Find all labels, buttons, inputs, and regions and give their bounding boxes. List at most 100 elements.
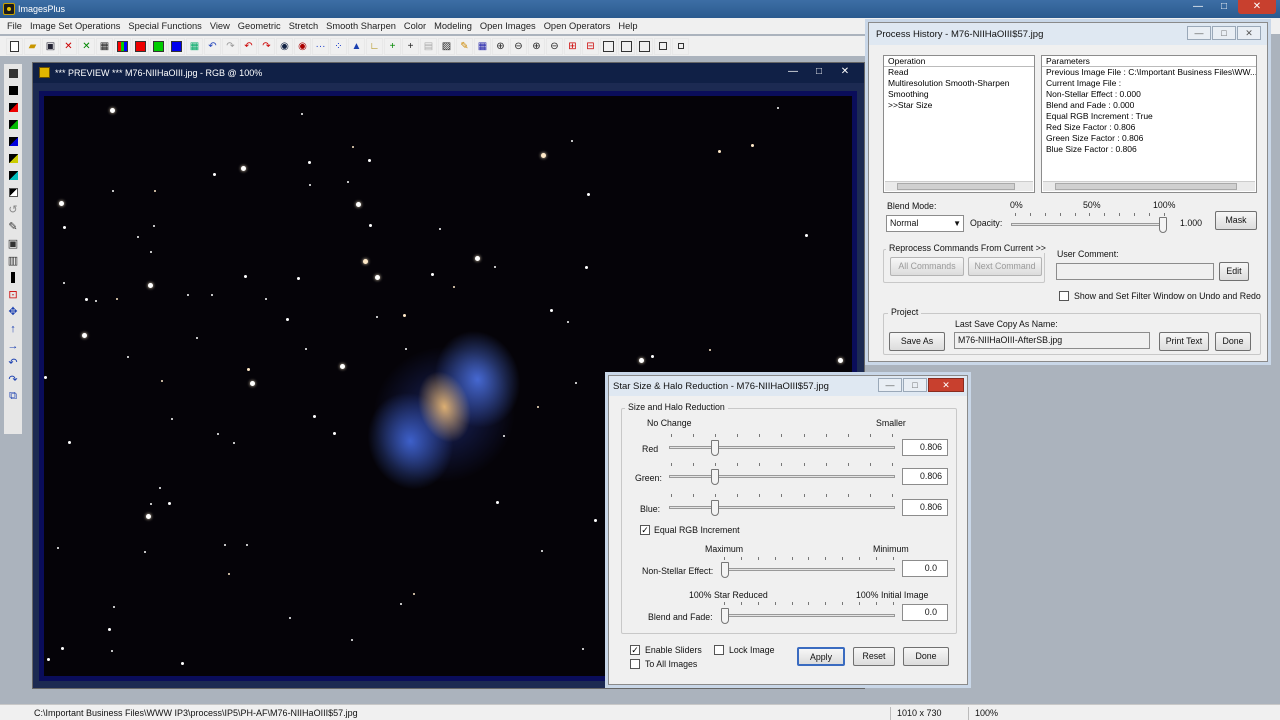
enable-sliders-checkbox[interactable]: ✓: [630, 645, 640, 655]
red-value-field[interactable]: 0.806: [902, 439, 948, 456]
parameters-hscrollbar[interactable]: [1043, 181, 1255, 191]
blue-channel-icon[interactable]: [168, 37, 185, 55]
operation-item[interactable]: >>Star Size: [884, 100, 1034, 111]
opacity-slider[interactable]: [1011, 223, 1167, 226]
menu-help[interactable]: Help: [614, 21, 641, 31]
menu-modeling[interactable]: Modeling: [430, 21, 476, 31]
menu-geometric[interactable]: Geometric: [234, 21, 285, 31]
preview-maximize-button[interactable]: □: [808, 65, 830, 79]
copy-icon[interactable]: ▦: [96, 37, 113, 55]
menu-stretch[interactable]: Stretch: [285, 21, 322, 31]
zoom-red-out-icon[interactable]: ⊟: [582, 37, 599, 55]
blend-mode-select[interactable]: Normal ▼: [886, 215, 964, 232]
vt-rotate-left-icon[interactable]: ↶: [6, 355, 20, 370]
blue-value-field[interactable]: 0.806: [902, 499, 948, 516]
zoom-in-icon[interactable]: ⊕: [492, 37, 509, 55]
zoom-red-in-icon[interactable]: ⊞: [564, 37, 581, 55]
green-slider[interactable]: [669, 475, 895, 478]
app-close-button[interactable]: ✕: [1238, 0, 1276, 14]
close-all-icon[interactable]: ✕: [78, 37, 95, 55]
ph-maximize-button[interactable]: □: [1212, 26, 1236, 40]
edit-button[interactable]: Edit: [1219, 262, 1249, 281]
ph-close-button[interactable]: ✕: [1237, 26, 1261, 40]
menu-view[interactable]: View: [206, 21, 234, 31]
non-stellar-slider[interactable]: [721, 568, 895, 571]
apply-button[interactable]: Apply: [797, 647, 845, 666]
ph-done-button[interactable]: Done: [1215, 332, 1251, 351]
vt-edit-icon[interactable]: ✎: [6, 219, 20, 234]
vt-yellow-icon[interactable]: [6, 151, 20, 166]
zoom-fit-icon[interactable]: ⊕: [528, 37, 545, 55]
operation-item[interactable]: Multiresolution Smooth-Sharpen: [884, 78, 1034, 89]
green-channel-icon[interactable]: [150, 37, 167, 55]
sd-minimize-button[interactable]: —: [878, 378, 902, 392]
lock-image-checkbox[interactable]: [714, 645, 724, 655]
vt-white-icon[interactable]: [6, 185, 20, 200]
vt-flip-icon[interactable]: ⧉: [6, 389, 20, 404]
opacity-slider-thumb[interactable]: [1159, 217, 1167, 233]
sd-close-button[interactable]: ✕: [928, 378, 964, 392]
vt-cyan-icon[interactable]: [6, 168, 20, 183]
vt-red-icon[interactable]: [6, 100, 20, 115]
menu-image-set-operations[interactable]: Image Set Operations: [26, 21, 124, 31]
dots-icon[interactable]: ···: [312, 37, 329, 55]
red-slider-thumb[interactable]: [711, 440, 720, 456]
vt-frame-icon[interactable]: ▣: [6, 236, 20, 251]
window-icon-3[interactable]: [636, 37, 653, 55]
vt-rotate-right-icon[interactable]: ↷: [6, 372, 20, 387]
menu-open-images[interactable]: Open Images: [476, 21, 540, 31]
vt-right-arrow-icon[interactable]: →: [6, 338, 20, 353]
green-slider-thumb[interactable]: [711, 469, 720, 485]
show-filter-checkbox[interactable]: [1059, 291, 1069, 301]
sd-maximize-button[interactable]: □: [903, 378, 927, 392]
vt-rotate-icon[interactable]: ↺: [6, 202, 20, 217]
pencil-icon[interactable]: ✎: [456, 37, 473, 55]
to-all-images-checkbox[interactable]: [630, 659, 640, 669]
grid-blue-icon[interactable]: ▦: [474, 37, 491, 55]
menu-open-operators[interactable]: Open Operators: [540, 21, 615, 31]
blue-slider-thumb[interactable]: [711, 500, 720, 516]
undo-red-icon[interactable]: ↶: [240, 37, 257, 55]
open-folder-icon[interactable]: ▰: [24, 37, 41, 55]
vt-green-icon[interactable]: [6, 117, 20, 132]
window-icon-2[interactable]: [618, 37, 635, 55]
vt-move-icon[interactable]: ✥: [6, 304, 20, 319]
blue-slider[interactable]: [669, 506, 895, 509]
blend-fade-slider[interactable]: [721, 614, 895, 617]
user-comment-field[interactable]: [1056, 263, 1214, 280]
save-as-button[interactable]: Save As: [889, 332, 945, 351]
blend-fade-value-field[interactable]: 0.0: [902, 604, 948, 621]
ph-minimize-button[interactable]: —: [1187, 26, 1211, 40]
app-maximize-button[interactable]: □: [1212, 0, 1236, 14]
next-command-button[interactable]: Next Command: [968, 257, 1042, 276]
operation-item[interactable]: Read: [884, 67, 1034, 78]
menu-color[interactable]: Color: [400, 21, 430, 31]
vt-save-icon[interactable]: [6, 66, 20, 81]
vt-select-icon[interactable]: ⊡: [6, 287, 20, 302]
all-commands-button[interactable]: All Commands: [890, 257, 964, 276]
grid-icon[interactable]: ▦: [186, 37, 203, 55]
preview-minimize-button[interactable]: —: [782, 65, 804, 79]
redo-red-icon[interactable]: ↷: [258, 37, 275, 55]
non-stellar-value-field[interactable]: 0.0: [902, 560, 948, 577]
reset-button[interactable]: Reset: [853, 647, 895, 666]
sd-done-button[interactable]: Done: [903, 647, 949, 666]
green-value-field[interactable]: 0.806: [902, 468, 948, 485]
points-icon[interactable]: ⁘: [330, 37, 347, 55]
plus-icon[interactable]: +: [402, 37, 419, 55]
operation-hscrollbar[interactable]: [885, 181, 1033, 191]
non-stellar-slider-thumb[interactable]: [721, 562, 729, 578]
table-icon[interactable]: ▤: [420, 37, 437, 55]
blend-fade-slider-thumb[interactable]: [721, 608, 729, 624]
redo-icon[interactable]: ↷: [222, 37, 239, 55]
menu-special-functions[interactable]: Special Functions: [124, 21, 205, 31]
photo-icon[interactable]: ▨: [438, 37, 455, 55]
preview-close-button[interactable]: ✕: [834, 65, 856, 79]
vt-bar-icon[interactable]: [6, 270, 20, 285]
new-file-icon[interactable]: [6, 37, 23, 55]
zoom-actual-icon[interactable]: ⊖: [546, 37, 563, 55]
record-icon[interactable]: ◉: [276, 37, 293, 55]
operation-item[interactable]: Smoothing: [884, 89, 1034, 100]
zoom-out-icon[interactable]: ⊖: [510, 37, 527, 55]
vt-black-icon[interactable]: [6, 83, 20, 98]
